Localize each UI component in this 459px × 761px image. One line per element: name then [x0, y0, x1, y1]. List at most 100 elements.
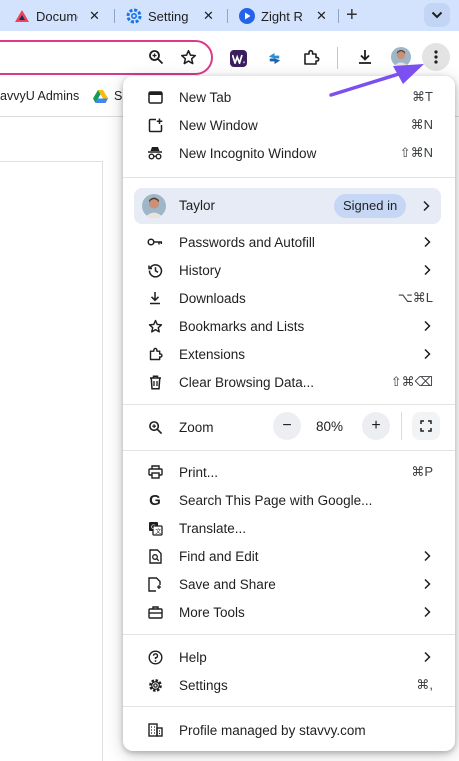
menu-item-label: Clear Browsing Data...	[179, 374, 315, 390]
menu-item-history[interactable]: History	[123, 256, 455, 284]
extension-w-icon[interactable]	[230, 50, 247, 67]
menu-item-label: Profile managed by stavvy.com	[179, 722, 366, 738]
menu-item-label: Bookmarks and Lists	[179, 318, 305, 334]
menu-item-passwords-autofill[interactable]: Passwords and Autofill	[123, 228, 455, 256]
save-share-icon	[147, 576, 163, 592]
bookmark-label: S	[114, 89, 123, 103]
chevron-right-icon	[424, 320, 431, 332]
menu-item-translate[interactable]: G文 Translate...	[123, 514, 455, 542]
tab-search-button[interactable]	[424, 3, 450, 27]
menu-item-new-incognito-window[interactable]: New Incognito Window ⇧⌘N	[123, 139, 455, 167]
tab-title: Setting	[148, 8, 189, 24]
menu-item-help[interactable]: Help	[123, 643, 455, 671]
svg-text:文: 文	[155, 527, 161, 535]
fullscreen-button[interactable]	[412, 412, 440, 440]
profile-row[interactable]: Taylor Signed in	[134, 188, 441, 224]
close-tab-icon[interactable]: ✕	[89, 4, 100, 28]
translate-icon: G文	[147, 520, 163, 536]
menu-item-shortcut: ⌘N	[410, 117, 433, 132]
toolbox-icon	[147, 604, 163, 620]
menu-item-settings[interactable]: Settings ⌘,	[123, 671, 455, 699]
sync-extension-icon[interactable]	[266, 50, 283, 67]
extensions-puzzle-icon[interactable]	[302, 49, 320, 67]
menu-item-shortcut: ⇧⌘N	[399, 145, 433, 160]
download-icon[interactable]	[356, 48, 374, 66]
chevron-right-icon	[424, 578, 431, 590]
zight-logo-icon	[239, 8, 255, 24]
content-column-border	[102, 161, 103, 761]
menu-item-bookmarks-lists[interactable]: Bookmarks and Lists	[123, 312, 455, 340]
menu-item-label: Search This Page with Google...	[179, 492, 373, 508]
zoom-level: 80%	[316, 419, 344, 434]
menu-item-label: Print...	[179, 464, 219, 480]
chevron-right-icon	[424, 651, 431, 663]
menu-item-label: New Window	[179, 117, 258, 133]
menu-item-new-tab[interactable]: New Tab ⌘T	[123, 83, 455, 111]
zoom-icon	[147, 419, 163, 435]
incognito-icon	[147, 145, 163, 161]
menu-item-extensions[interactable]: Extensions	[123, 340, 455, 368]
key-icon	[147, 234, 163, 250]
profile-name: Taylor	[179, 198, 216, 213]
menu-item-label: Downloads	[179, 290, 246, 306]
profile-avatar[interactable]	[391, 47, 411, 67]
menu-item-search-page-google[interactable]: G Search This Page with Google...	[123, 486, 455, 514]
settings-gear-icon	[126, 8, 142, 24]
search-icon[interactable]	[148, 49, 164, 65]
menu-item-label: Settings	[179, 677, 228, 693]
new-tab-icon	[147, 89, 163, 105]
toolbar-separator	[337, 47, 338, 69]
menu-item-clear-browsing-data[interactable]: Clear Browsing Data... ⇧⌘⌫	[123, 368, 455, 396]
profile-avatar	[142, 194, 166, 218]
bookmark-item[interactable]: avvyU Admins	[0, 89, 79, 103]
zoom-out-button[interactable]: −	[273, 412, 301, 440]
plus-icon: +	[371, 417, 381, 434]
close-tab-icon[interactable]: ✕	[203, 4, 214, 28]
extensions-puzzle-icon	[147, 346, 163, 362]
signed-in-badge: Signed in	[334, 194, 407, 218]
menu-item-label: Extensions	[179, 346, 246, 362]
gear-icon	[147, 677, 163, 693]
tab-document[interactable]: Docume	[14, 4, 78, 28]
new-tab-plus-icon[interactable]: +	[346, 4, 358, 26]
menu-item-label: Zoom	[179, 419, 214, 435]
menu-item-label: Find and Edit	[179, 548, 259, 564]
tab-strip: Docume ✕ Setting ✕ Zight R ✕ +	[0, 0, 459, 31]
chevron-right-icon	[424, 348, 431, 360]
kebab-menu-icon[interactable]	[422, 43, 450, 71]
tab-separator	[114, 9, 115, 23]
menu-item-label: More Tools	[179, 604, 245, 620]
menu-item-downloads[interactable]: Downloads ⌥⌘L	[123, 284, 455, 312]
menu-item-new-window[interactable]: New Window ⌘N	[123, 111, 455, 139]
menu-item-profile-managed[interactable]: Profile managed by stavvy.com	[123, 716, 455, 744]
bookmark-item[interactable]: S	[93, 89, 122, 103]
menu-item-print[interactable]: Print... ⌘P	[123, 458, 455, 486]
bookmark-star-icon[interactable]	[180, 49, 197, 66]
menu-item-save-share[interactable]: Save and Share	[123, 570, 455, 598]
menu-divider	[123, 706, 455, 707]
menu-item-label: New Tab	[179, 89, 232, 105]
tab-zight[interactable]: Zight R	[239, 4, 303, 28]
help-icon	[147, 649, 163, 665]
menu-item-more-tools[interactable]: More Tools	[123, 598, 455, 626]
menu-item-shortcut: ⌘,	[416, 677, 433, 692]
menu-item-label: Help	[179, 649, 207, 665]
tab-settings[interactable]: Setting	[126, 4, 190, 28]
chevron-right-icon	[423, 200, 430, 212]
menu-item-shortcut: ⇧⌘⌫	[390, 374, 433, 389]
menu-item-label: Passwords and Autofill	[179, 234, 315, 250]
bookmark-label: avvyU Admins	[0, 89, 80, 103]
building-icon	[147, 722, 163, 738]
chevron-right-icon	[424, 264, 431, 276]
tab-separator	[227, 9, 228, 23]
chevron-right-icon	[424, 606, 431, 618]
menu-divider	[123, 450, 455, 451]
new-window-icon	[147, 117, 163, 133]
menu-item-shortcut: ⌥⌘L	[397, 290, 433, 305]
stavvy-logo-icon	[14, 8, 30, 24]
zoom-in-button[interactable]: +	[362, 412, 390, 440]
minus-icon: −	[282, 417, 292, 434]
close-tab-icon[interactable]: ✕	[316, 4, 327, 28]
menu-item-find-edit[interactable]: Find and Edit	[123, 542, 455, 570]
chevron-right-icon	[424, 550, 431, 562]
